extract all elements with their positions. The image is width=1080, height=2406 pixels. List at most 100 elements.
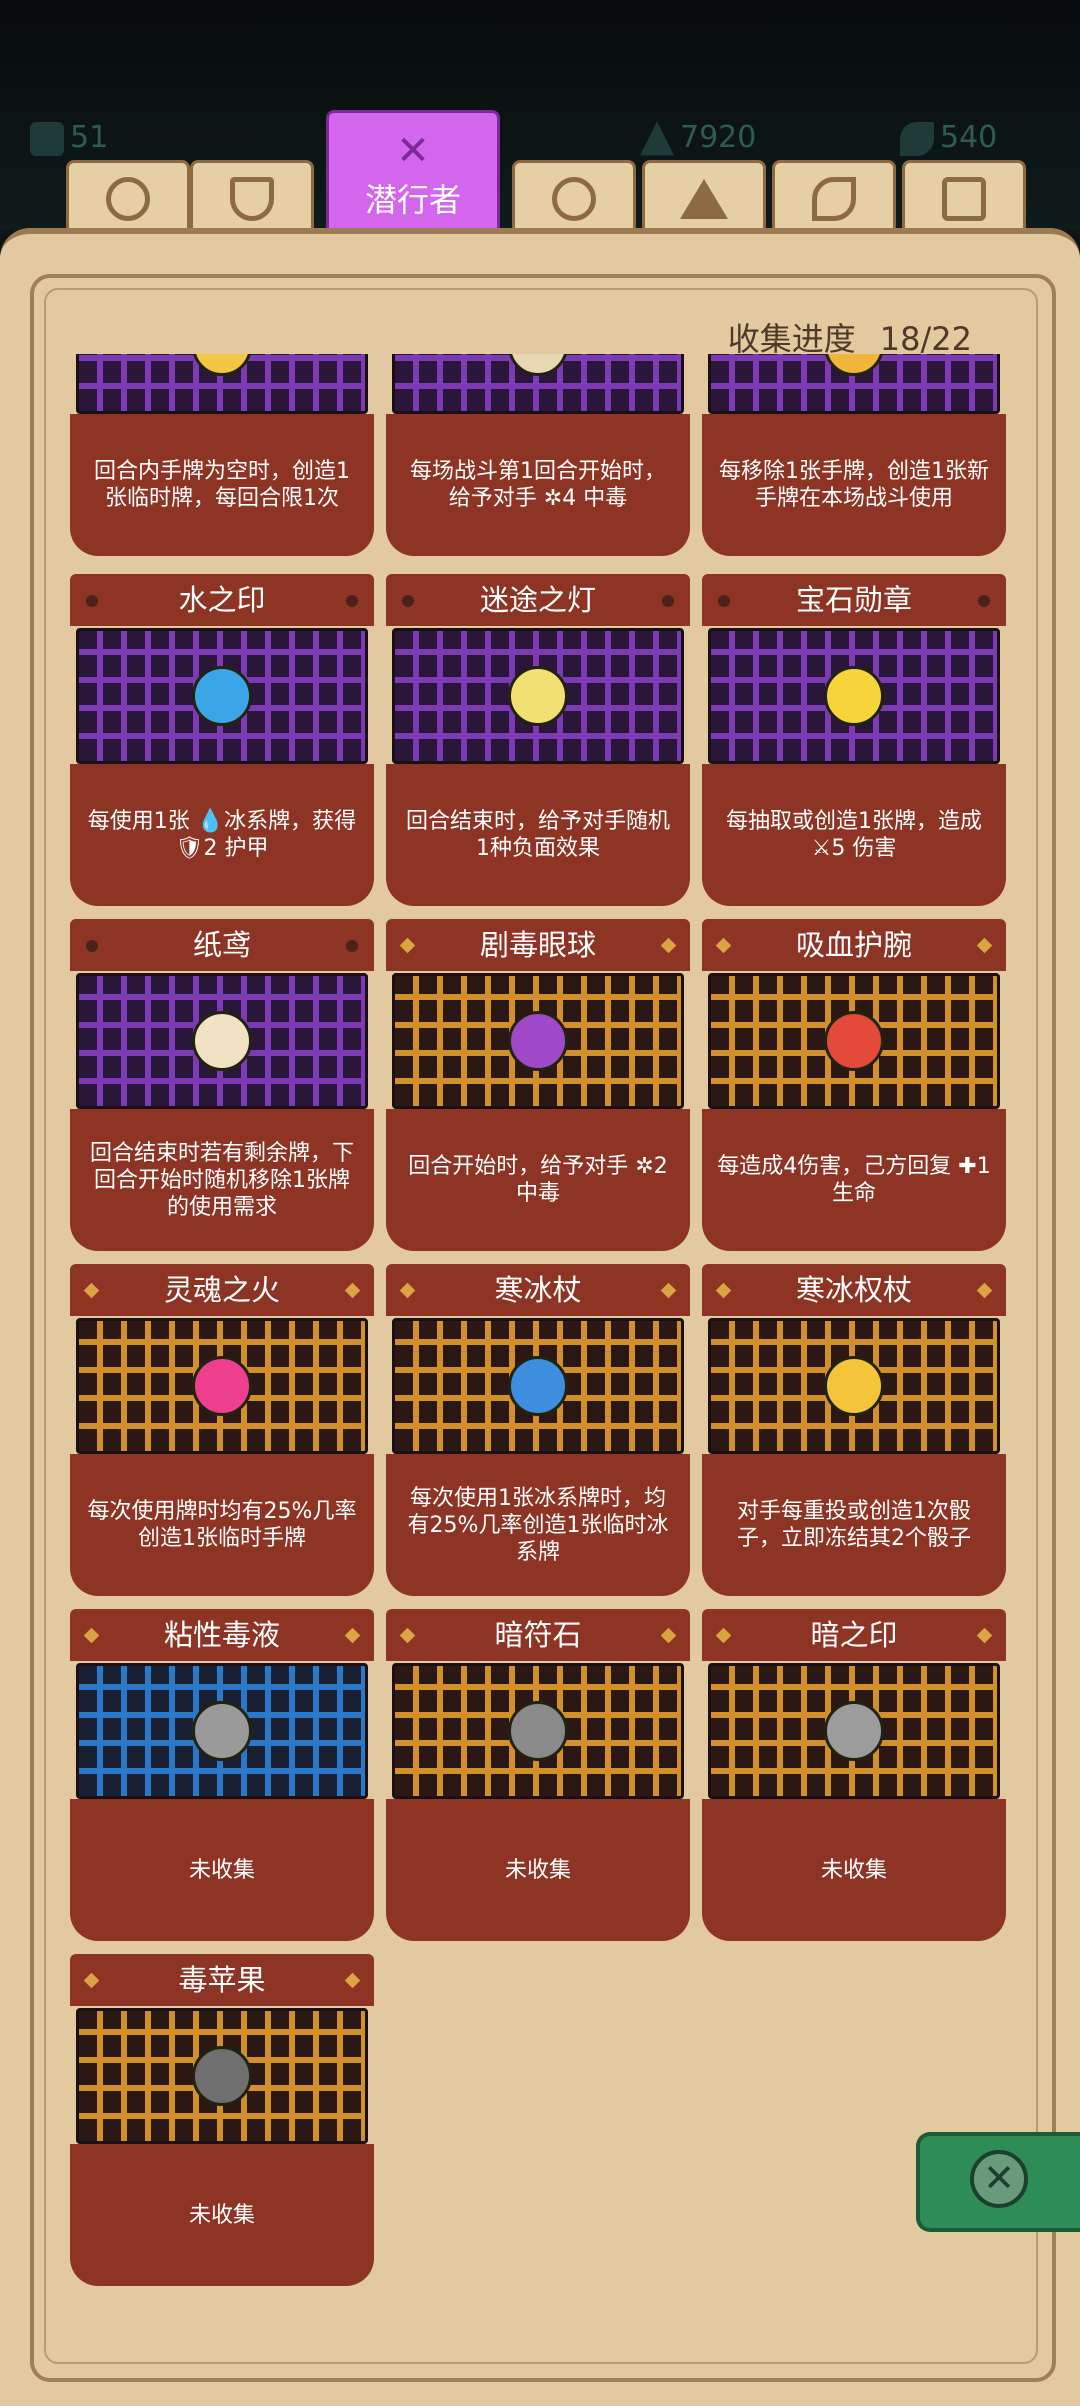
relic-card[interactable]: 每场战斗第1回合开始时，给予对手 ✲4 中毒 — [386, 354, 690, 556]
relic-art — [708, 628, 1000, 764]
tab-eye[interactable] — [772, 160, 896, 235]
tab-bag[interactable] — [902, 160, 1026, 235]
relic-card[interactable]: 灵魂之火每次使用牌时均有25%几率创造1张临时手牌 — [70, 1264, 374, 1596]
relic-card[interactable]: 毒苹果 未收集 — [70, 1954, 374, 2286]
category-tabs: ✕ 潜行者 — [0, 100, 1080, 238]
relic-card[interactable]: 水之印每使用1张 💧冰系牌，获得 🛡2 护甲 — [70, 574, 374, 906]
bag-icon — [942, 177, 986, 221]
relic-description: 未收集 — [386, 1799, 690, 1941]
relic-title: 迷途之灯 — [386, 574, 690, 626]
rarity-marker — [662, 595, 674, 607]
relic-card[interactable]: 回合内手牌为空时，创造1张临时牌，每回合限1次 — [70, 354, 374, 556]
relic-card[interactable]: 吸血护腕每造成4伤害，己方回复 ✚1 生命 — [702, 919, 1006, 1251]
relic-card[interactable]: 寒冰杖每次使用1张冰系牌时，均有25%几率创造1张临时冰系牌 — [386, 1264, 690, 1596]
tab-shield[interactable] — [190, 160, 314, 235]
shield-icon — [230, 177, 274, 221]
relic-description: 每造成4伤害，己方回复 ✚1 生命 — [702, 1109, 1006, 1251]
collection-panel: 收集进度 18/22 回合内手牌为空时，创造1张临时牌，每回合限1次 每场战斗第1回… — [0, 228, 1080, 2406]
relic-title: 毒苹果 — [70, 1954, 374, 2006]
relic-description: 未收集 — [70, 2144, 374, 2286]
relic-description: 每场战斗第1回合开始时，给予对手 ✲4 中毒 — [386, 414, 690, 556]
relic-description: 未收集 — [702, 1799, 1006, 1941]
relic-title: 纸鸢 — [70, 919, 374, 971]
relic-title: 剧毒眼球 — [386, 919, 690, 971]
relic-title: 宝石勋章 — [702, 574, 1006, 626]
relic-item-icon — [192, 666, 252, 726]
clover-icon — [106, 177, 150, 221]
relic-item-icon — [824, 1701, 884, 1761]
relic-card[interactable]: 剧毒眼球回合开始时，给予对手 ✲2 中毒 — [386, 919, 690, 1251]
tab-rogue-label: 潜行者 — [364, 180, 461, 219]
relic-art — [392, 354, 684, 414]
relic-art — [392, 1318, 684, 1454]
relic-grid[interactable]: 回合内手牌为空时，创造1张临时牌，每回合限1次 每场战斗第1回合开始时，给予对手 … — [70, 354, 1010, 2354]
relic-card[interactable]: 纸鸢回合结束时若有剩余牌，下回合开始时随机移除1张牌的使用需求 — [70, 919, 374, 1251]
relic-art — [708, 1663, 1000, 1799]
relic-item-icon — [824, 354, 884, 376]
tab-triangle[interactable] — [642, 160, 766, 235]
relic-art — [708, 354, 1000, 414]
relic-item-icon — [192, 2046, 252, 2106]
eye-icon — [812, 177, 856, 221]
rarity-marker — [978, 595, 990, 607]
relic-title: 粘性毒液 — [70, 1609, 374, 1661]
relic-card[interactable]: 宝石勋章每抽取或创造1张牌，造成 ⚔5 伤害 — [702, 574, 1006, 906]
relic-description: 每移除1张手牌，创造1张新手牌在本场战斗使用 — [702, 414, 1006, 556]
relic-art — [392, 1663, 684, 1799]
relic-item-icon — [824, 1356, 884, 1416]
relic-description: 每次使用1张冰系牌时，均有25%几率创造1张临时冰系牌 — [386, 1454, 690, 1596]
relic-description: 回合开始时，给予对手 ✲2 中毒 — [386, 1109, 690, 1251]
relic-item-icon — [508, 1011, 568, 1071]
relic-title: 寒冰权杖 — [702, 1264, 1006, 1316]
relic-description: 回合内手牌为空时，创造1张临时牌，每回合限1次 — [70, 414, 374, 556]
rarity-marker — [346, 595, 358, 607]
relic-item-icon — [192, 354, 252, 376]
relic-title: 暗之印 — [702, 1609, 1006, 1661]
relic-description: 回合结束时若有剩余牌，下回合开始时随机移除1张牌的使用需求 — [70, 1109, 374, 1251]
relic-card[interactable]: 寒冰权杖 对手每重投或创造1次骰子，立即冻结其2个骰子 — [702, 1264, 1006, 1596]
relic-title: 寒冰杖 — [386, 1264, 690, 1316]
relic-item-icon — [192, 1701, 252, 1761]
relic-art — [76, 2008, 368, 2144]
relic-art — [392, 628, 684, 764]
relic-art — [76, 973, 368, 1109]
relic-description: 回合结束时，给予对手随机1种负面效果 — [386, 764, 690, 906]
relic-item-icon — [508, 666, 568, 726]
triangle-icon — [680, 179, 728, 219]
relic-title: 吸血护腕 — [702, 919, 1006, 971]
rarity-marker — [86, 595, 98, 607]
rarity-marker — [402, 595, 414, 607]
swirl-icon — [552, 177, 596, 221]
relic-card[interactable]: 粘性毒液 未收集 — [70, 1609, 374, 1941]
relic-title: 暗符石 — [386, 1609, 690, 1661]
rarity-marker — [346, 940, 358, 952]
relic-art — [76, 1318, 368, 1454]
relic-description: 每次使用牌时均有25%几率创造1张临时手牌 — [70, 1454, 374, 1596]
relic-item-icon — [508, 354, 568, 376]
relic-description: 未收集 — [70, 1799, 374, 1941]
relic-card[interactable]: 每移除1张手牌，创造1张新手牌在本场战斗使用 — [702, 354, 1006, 556]
relic-card[interactable]: 暗符石 未收集 — [386, 1609, 690, 1941]
relic-title: 灵魂之火 — [70, 1264, 374, 1316]
close-button[interactable]: ✕ — [916, 2132, 1080, 2232]
relic-title: 水之印 — [70, 574, 374, 626]
relic-card[interactable]: 迷途之灯回合结束时，给予对手随机1种负面效果 — [386, 574, 690, 906]
tab-swirl[interactable] — [512, 160, 636, 235]
relic-art — [76, 354, 368, 414]
relic-item-icon — [192, 1356, 252, 1416]
relic-description: 每抽取或创造1张牌，造成 ⚔5 伤害 — [702, 764, 1006, 906]
rarity-marker — [86, 940, 98, 952]
rarity-marker — [718, 595, 730, 607]
relic-item-icon — [824, 666, 884, 726]
cross-blades-icon: ✕ — [396, 127, 430, 174]
relic-item-icon — [508, 1356, 568, 1416]
tab-rogue[interactable]: ✕ 潜行者 — [326, 110, 500, 238]
relic-card[interactable]: 暗之印 未收集 — [702, 1609, 1006, 1941]
relic-item-icon — [192, 1011, 252, 1071]
tab-clover[interactable] — [66, 160, 190, 235]
relic-description: 每使用1张 💧冰系牌，获得 🛡2 护甲 — [70, 764, 374, 906]
relic-art — [708, 973, 1000, 1109]
relic-art — [76, 628, 368, 764]
relic-item-icon — [824, 1011, 884, 1071]
relic-art — [76, 1663, 368, 1799]
